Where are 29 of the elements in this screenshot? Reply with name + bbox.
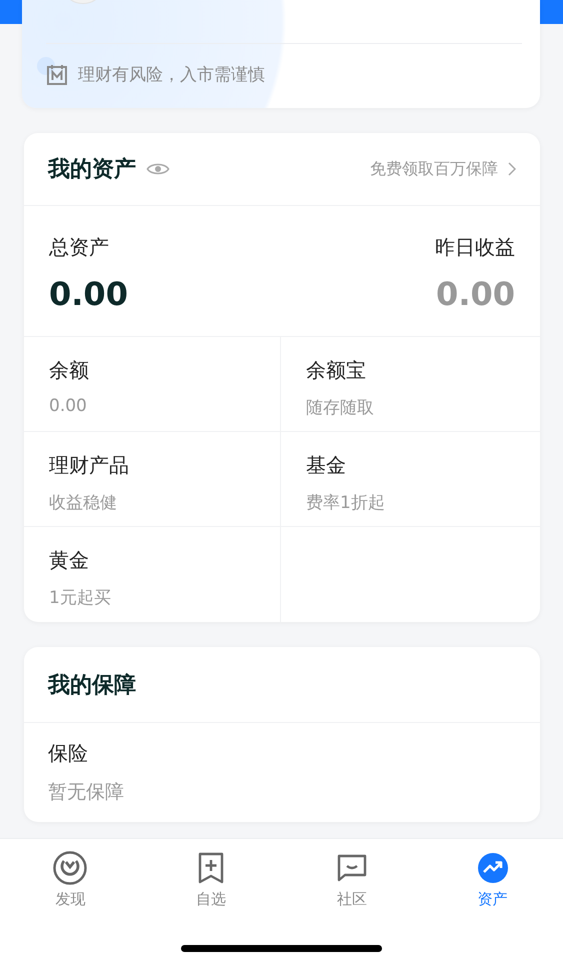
product-note: 费率1折起 [306,492,385,514]
header-strip [540,0,563,24]
eye-icon[interactable] [146,161,170,177]
product-name[interactable]: 基金 [306,452,346,479]
calendar-m-icon [46,64,68,86]
product-note: 暂无保障 [48,780,124,805]
product-name[interactable]: 黄金 [49,547,89,574]
section-title: 我的资产 [48,156,136,184]
product-note: 1元起买 [49,587,111,609]
risk-notice: 理财有风险，入市需谨慎 [78,64,265,86]
product-name[interactable]: 理财产品 [49,452,129,479]
stat-label: 总资产 [49,234,110,261]
product-name[interactable]: 余额 [49,357,89,384]
trend-icon [476,852,509,884]
nav-tab[interactable]: 资产 [458,850,528,909]
stat-value: 0.00 [49,275,128,313]
chat-icon [336,853,368,883]
product-name[interactable]: 保险 [48,740,88,767]
stat-label: 昨日收益 [435,234,515,261]
chevron-right-icon [508,162,516,176]
product-note: 0.00 [49,396,87,416]
product-name[interactable]: 余额宝 [306,357,366,384]
product-note: 随存随取 [306,397,374,419]
bookmark-plus-icon [197,852,226,884]
stat-value: 0.00 [436,275,515,313]
section-title: 我的保障 [48,672,136,700]
clock-icon [52,850,88,886]
product-note: 收益稳健 [49,492,117,514]
header-strip [0,0,22,24]
